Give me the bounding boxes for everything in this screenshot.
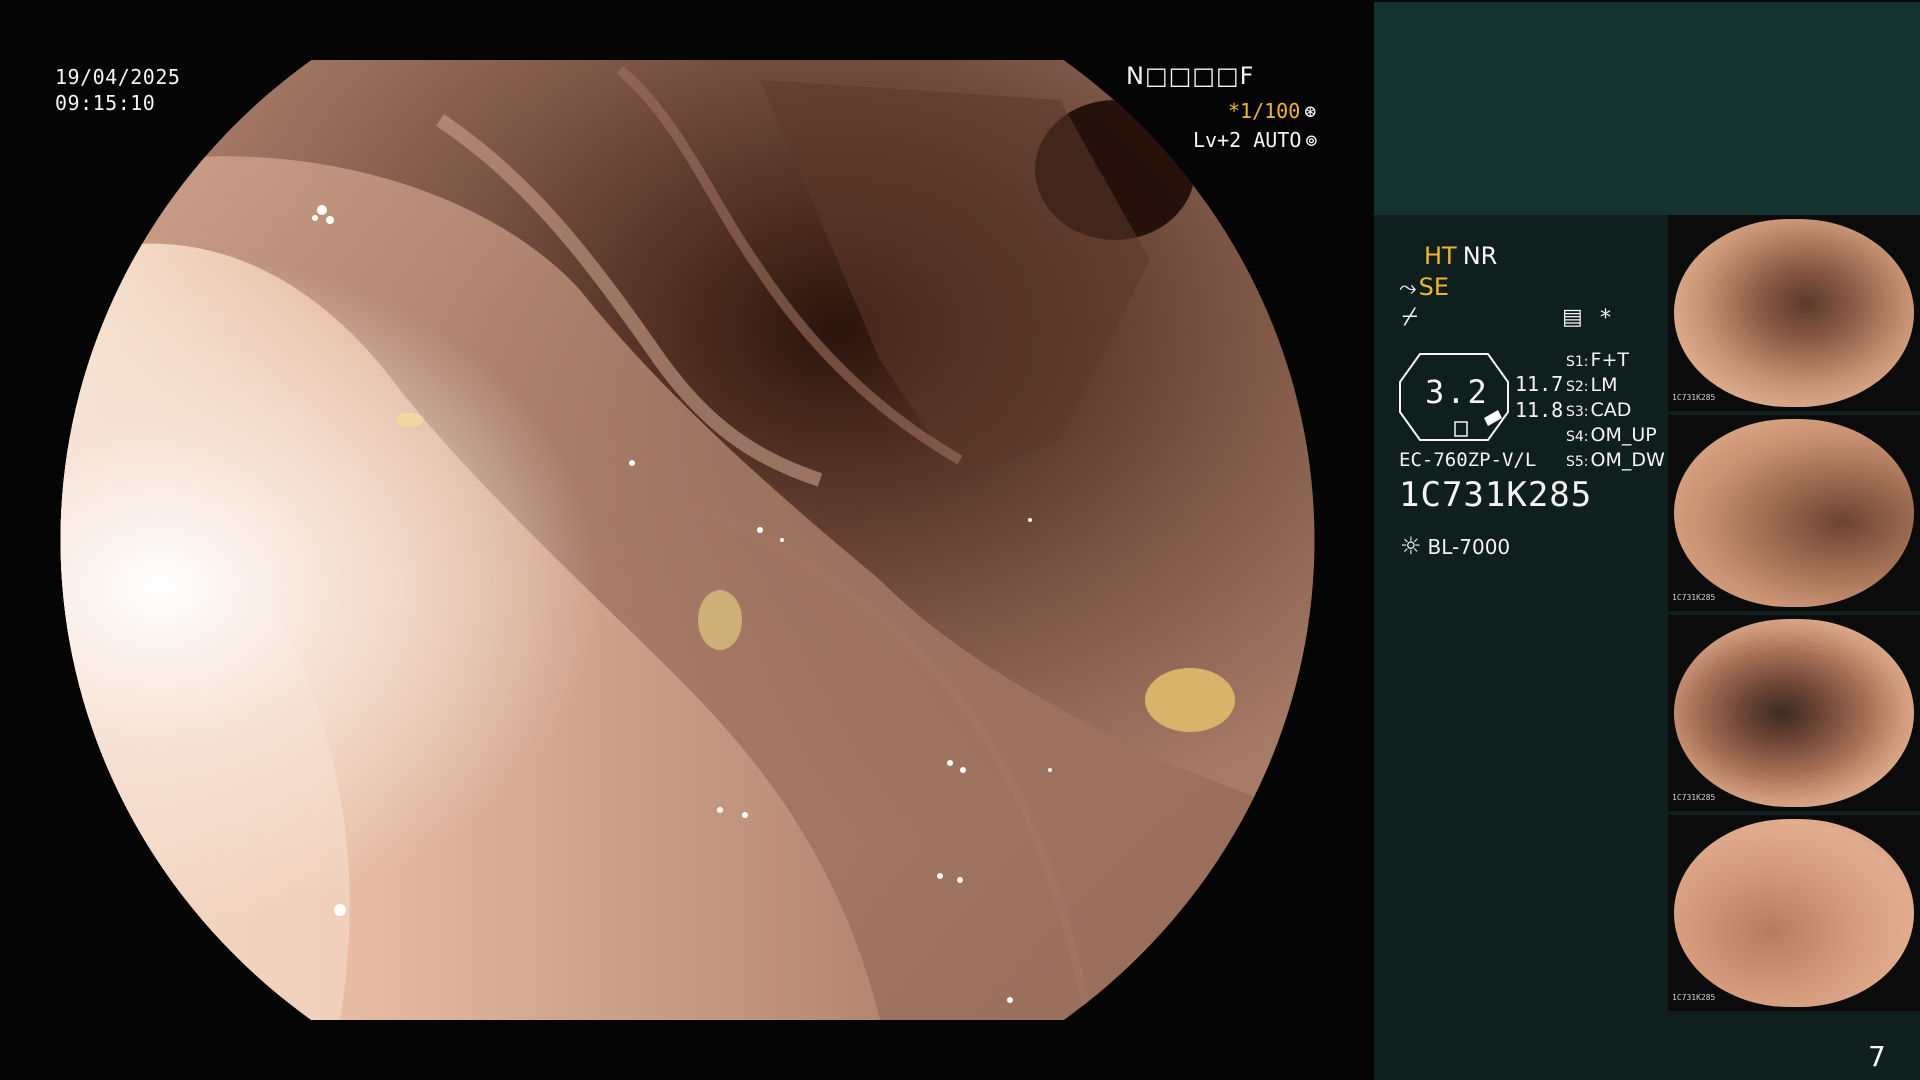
info-panel-header [1374,2,1920,215]
page-number: 7 [1868,1040,1886,1073]
ht-label: HT [1424,242,1457,270]
structure-enhance-icon: ⤳ [1399,276,1417,301]
iris-value: Lv+2 AUTO [1193,128,1302,152]
thumbnail-3[interactable]: 1C731K285 [1668,615,1920,811]
light-source: ☼ BL-7000 [1400,532,1510,560]
nr-label: NR [1462,242,1498,270]
zoom-value: 3.2 [1425,373,1489,411]
thumbnail-caption: 1C731K285 [1672,993,1716,1002]
measurement-1: 11.7 [1515,372,1564,396]
switch-assignments: S1: F+T S2: LM S3: CAD S4: OM_UP S5: OM_DW [1566,349,1676,474]
thumbnail-image [1674,619,1914,807]
exam-datetime: 19/04/2025 09:15:10 [55,64,180,116]
shutter-speed: *1/100 ⊛ [1228,99,1316,123]
ht-nr-status: HT NR [1424,242,1497,270]
iris-mode: Lv+2 AUTO ⊚ [1193,128,1317,152]
iris-icon: ⊚ [1305,128,1318,152]
mucosa-image [60,60,1315,1020]
thumbnail-image [1674,819,1914,1007]
thumbnail-image [1674,419,1914,607]
exam-date: 19/04/2025 [55,65,181,89]
exam-time: 09:15:10 [55,91,156,115]
thumbnail-image [1674,219,1914,407]
scope-serial: 1C731K285 [1399,475,1593,515]
se-label: SE [1418,273,1450,301]
memory-icon: ▤ [1562,305,1583,330]
thumbnail-2[interactable]: 1C731K285 [1668,415,1920,611]
thumbnail-1[interactable]: 1C731K285 [1668,215,1920,411]
switch-s1: S1: F+T [1566,349,1629,371]
freeze-icon: ⌿ [1402,302,1418,332]
thumbnail-caption: 1C731K285 [1672,393,1716,402]
measurement-2: 11.8 [1515,398,1564,422]
endoscope-video-view [60,60,1315,1020]
light-source-label: BL-7000 [1427,535,1511,559]
light-source-icon: ☼ [1400,532,1422,560]
shutter-value: *1/100 [1228,99,1301,123]
patient-id: N□□□□F [1126,62,1255,90]
switch-s2: S2: LM [1566,374,1618,396]
thumbnail-caption: 1C731K285 [1672,793,1716,802]
star-icon: * [1600,306,1611,331]
endoscopy-screen: 19/04/2025 09:15:10 N□□□□F *1/100 ⊛ Lv+2 … [0,0,1920,1080]
se-status: ⤳SE [1399,273,1449,301]
thumbnail-caption: 1C731K285 [1672,593,1716,602]
scope-model: EC-760ZP-V/L [1399,449,1537,471]
switch-s5: S5: OM_DW [1566,449,1665,471]
shutter-icon: ⊛ [1304,99,1317,123]
thumbnail-4[interactable]: 1C731K285 [1668,815,1920,1011]
switch-s3: S3: CAD [1566,399,1632,421]
switch-s4: S4: OM_UP [1566,424,1657,446]
